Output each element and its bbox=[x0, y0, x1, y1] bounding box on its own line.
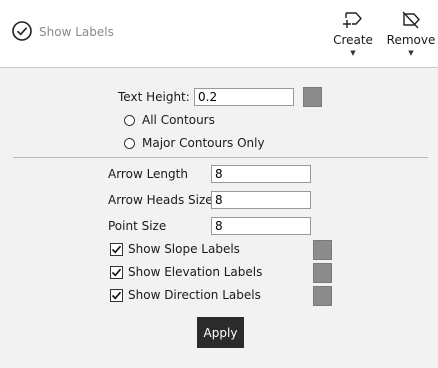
checkmark-icon bbox=[111, 245, 122, 254]
show-elevation-labels-checkbox[interactable] bbox=[110, 266, 123, 279]
major-contours-radio[interactable] bbox=[124, 138, 135, 149]
arrow-length-label: Arrow Length bbox=[108, 167, 188, 181]
arrow-heads-size-input[interactable] bbox=[211, 191, 311, 209]
show-elevation-labels-label: Show Elevation Labels bbox=[128, 265, 263, 279]
text-height-input[interactable] bbox=[194, 88, 294, 106]
remove-label: Remove bbox=[386, 33, 436, 47]
all-contours-label: All Contours bbox=[142, 113, 215, 127]
show-labels-label: Show Labels bbox=[39, 25, 114, 39]
create-button[interactable]: Create ▼ bbox=[329, 6, 377, 62]
tag-slash-icon bbox=[399, 6, 423, 30]
point-size-input[interactable] bbox=[211, 217, 311, 235]
direction-labels-color-swatch[interactable] bbox=[313, 286, 332, 306]
text-height-label: Text Height: bbox=[118, 90, 190, 104]
show-labels-button[interactable]: Show Labels bbox=[11, 20, 114, 44]
checkmark-icon bbox=[111, 268, 122, 277]
check-circle-icon bbox=[11, 20, 33, 45]
arrow-length-input[interactable] bbox=[211, 165, 311, 183]
show-slope-labels-label: Show Slope Labels bbox=[128, 242, 240, 256]
show-slope-labels-checkbox[interactable] bbox=[110, 243, 123, 256]
checkmark-icon bbox=[111, 291, 122, 300]
section-divider bbox=[13, 157, 428, 158]
elevation-labels-color-swatch[interactable] bbox=[313, 263, 332, 283]
slope-labels-color-swatch[interactable] bbox=[313, 240, 332, 260]
chevron-down-icon: ▼ bbox=[350, 49, 356, 57]
major-contours-label: Major Contours Only bbox=[142, 136, 265, 150]
point-size-label: Point Size bbox=[108, 219, 167, 233]
toolbar: Show Labels Create ▼ Remove ▼ bbox=[0, 0, 438, 68]
text-height-color-swatch[interactable] bbox=[303, 87, 322, 107]
create-label: Create bbox=[333, 33, 373, 47]
tag-plus-icon bbox=[341, 6, 365, 30]
apply-button[interactable]: Apply bbox=[197, 317, 244, 348]
chevron-down-icon: ▼ bbox=[408, 49, 414, 57]
remove-button[interactable]: Remove ▼ bbox=[387, 6, 435, 62]
show-direction-labels-checkbox[interactable] bbox=[110, 289, 123, 302]
all-contours-radio[interactable] bbox=[124, 115, 135, 126]
show-direction-labels-label: Show Direction Labels bbox=[128, 288, 261, 302]
arrow-heads-size-label: Arrow Heads Size bbox=[108, 193, 213, 207]
